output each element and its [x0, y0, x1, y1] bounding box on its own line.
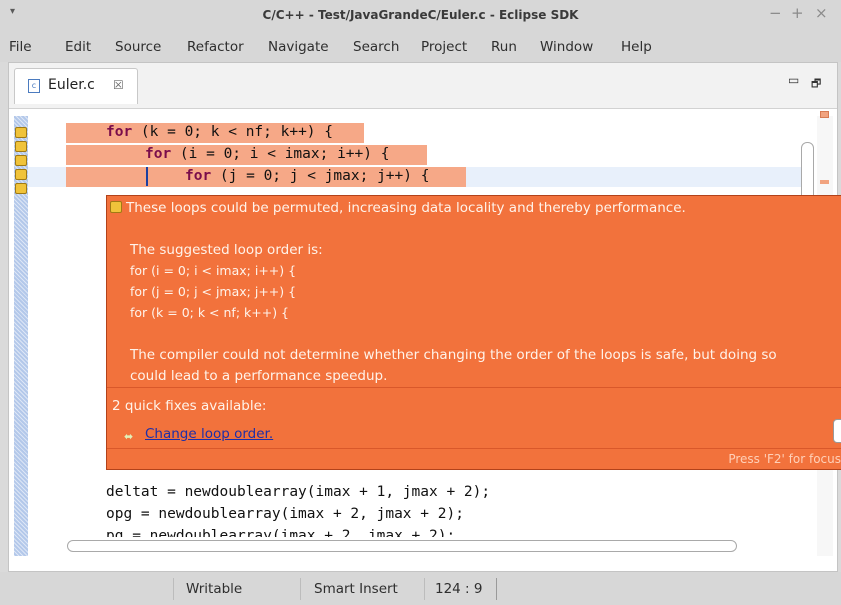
- minimize-window-button[interactable]: −: [769, 4, 782, 22]
- maximize-window-button[interactable]: +: [791, 4, 804, 22]
- code-line[interactable]: for (i = 0; i < imax; i++) {: [145, 146, 389, 162]
- problem-marker-icon[interactable]: [15, 155, 27, 166]
- popup-note: could lead to a performance speedup.: [130, 368, 388, 384]
- quick-fix-icon: ⬌: [124, 430, 134, 443]
- close-window-button[interactable]: ×: [815, 4, 828, 22]
- window-title: C/C++ - Test/JavaGrandeC/Euler.c - Eclip…: [262, 8, 579, 22]
- change-loop-order-link[interactable]: Change loop order.: [145, 426, 273, 442]
- menu-project[interactable]: Project: [421, 39, 467, 55]
- popup-divider: [107, 387, 841, 388]
- popup-note: The compiler could not determine whether…: [130, 347, 777, 363]
- popup-divider: [107, 448, 841, 449]
- status-divider: [496, 578, 497, 600]
- menu-search[interactable]: Search: [353, 39, 399, 55]
- status-bar: Writable Smart Insert 124 : 9: [0, 572, 841, 605]
- quick-fixes-count: 2 quick fixes available:: [112, 398, 267, 414]
- status-divider: [173, 578, 174, 600]
- status-cursor-position: 124 : 9: [435, 581, 483, 597]
- tab-label[interactable]: Euler.c: [48, 77, 95, 93]
- minimize-view-icon[interactable]: ▭: [788, 73, 799, 87]
- popup-scrollbar[interactable]: [833, 419, 841, 443]
- problem-marker-icon[interactable]: [15, 141, 27, 152]
- menu-edit[interactable]: Edit: [65, 39, 91, 55]
- popup-focus-hint: Press 'F2' for focus: [728, 452, 841, 466]
- popup-loop-order-line: for (j = 0; j < jmax; j++) {: [130, 284, 297, 299]
- status-divider: [300, 578, 301, 600]
- maximize-view-icon[interactable]: 🗗: [811, 75, 821, 94]
- menu-file[interactable]: File: [9, 39, 32, 55]
- code-keyword: for: [185, 168, 212, 184]
- status-writable: Writable: [186, 581, 243, 597]
- code-line[interactable]: for (j = 0; j < jmax; j++) {: [185, 168, 429, 184]
- vertical-ruler[interactable]: [14, 116, 28, 556]
- c-file-icon: c: [28, 79, 40, 93]
- code-line[interactable]: opg = newdoublearray(imax + 2, jmax + 2)…: [106, 506, 464, 522]
- code-text: (i = 0; i < imax; i++) {: [171, 146, 390, 162]
- popup-header: These loops could be permuted, increasin…: [126, 200, 686, 216]
- code-line[interactable]: deltat = newdoublearray(imax + 1, jmax +…: [106, 484, 490, 500]
- problem-marker-icon[interactable]: [15, 169, 27, 180]
- menu-window[interactable]: Window: [540, 39, 593, 55]
- menu-refactor[interactable]: Refactor: [187, 39, 244, 55]
- popup-loop-order-line: for (k = 0; k < nf; k++) {: [130, 305, 289, 320]
- code-line[interactable]: for (k = 0; k < nf; k++) {: [106, 124, 333, 140]
- menu-help[interactable]: Help: [621, 39, 652, 55]
- code-text: (j = 0; j < jmax; j++) {: [211, 168, 430, 184]
- overview-marker[interactable]: [820, 180, 829, 184]
- code-text: (k = 0; k < nf; k++) {: [132, 124, 333, 140]
- code-keyword: for: [145, 146, 172, 162]
- overview-marker[interactable]: [820, 111, 829, 118]
- problem-marker-icon[interactable]: [15, 127, 27, 138]
- popup-suggested-label: The suggested loop order is:: [130, 242, 323, 258]
- menu-navigate[interactable]: Navigate: [268, 39, 329, 55]
- warning-marker-icon: [110, 201, 122, 213]
- status-insert-mode[interactable]: Smart Insert: [314, 581, 398, 597]
- status-divider: [424, 578, 425, 600]
- menu-bar: File Edit Source Refactor Navigate Searc…: [0, 30, 841, 62]
- close-tab-icon[interactable]: ☒: [113, 78, 124, 92]
- code-keyword: for: [106, 124, 133, 140]
- menu-source[interactable]: Source: [115, 39, 161, 55]
- menu-run[interactable]: Run: [491, 39, 517, 55]
- text-caret: [146, 167, 148, 186]
- popup-loop-order-line: for (i = 0; i < imax; i++) {: [130, 263, 297, 278]
- problem-marker-icon[interactable]: [15, 183, 27, 194]
- code-line[interactable]: pg = newdoublearray(imax + 2, jmax + 2);: [106, 528, 455, 537]
- horizontal-scrollbar-thumb[interactable]: [67, 540, 737, 552]
